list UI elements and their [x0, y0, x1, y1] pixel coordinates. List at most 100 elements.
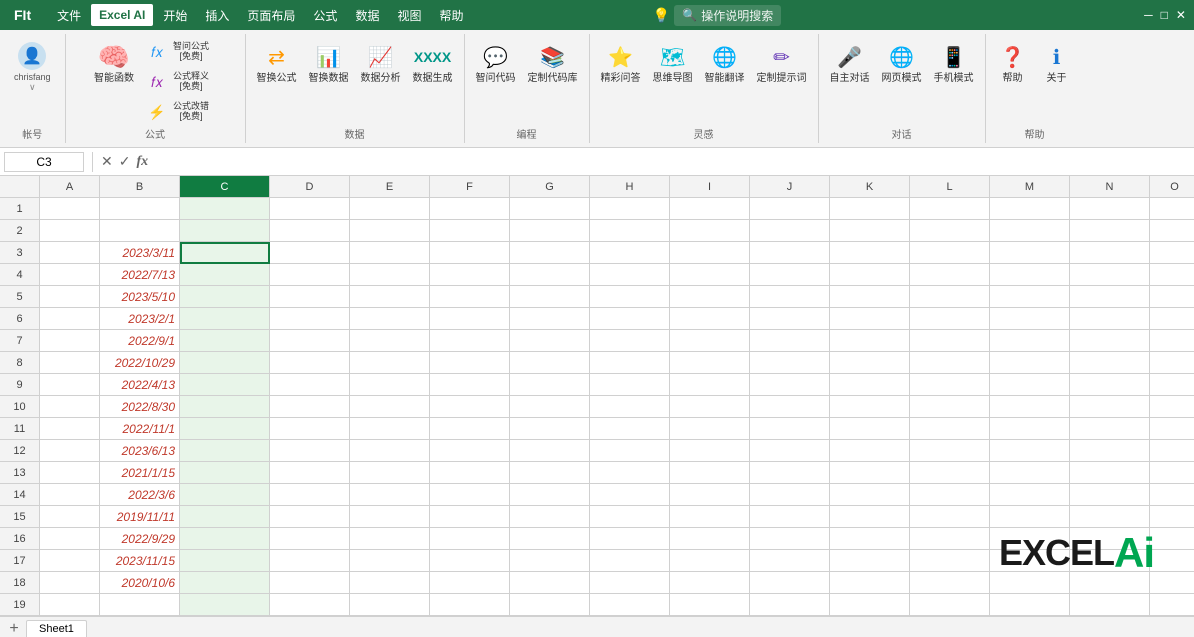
cell-M15[interactable]: [990, 506, 1070, 528]
cell-J6[interactable]: [750, 308, 830, 330]
row-header-18[interactable]: 18: [0, 572, 40, 594]
cell-B6[interactable]: 2023/2/1: [100, 308, 180, 330]
cell-G4[interactable]: [510, 264, 590, 286]
cell-D7[interactable]: [270, 330, 350, 352]
cell-G2[interactable]: [510, 220, 590, 242]
cell-L2[interactable]: [910, 220, 990, 242]
cell-D18[interactable]: [270, 572, 350, 594]
cell-D12[interactable]: [270, 440, 350, 462]
cell-O8[interactable]: [1150, 352, 1194, 374]
cell-I13[interactable]: [670, 462, 750, 484]
stars-answer-button[interactable]: ⭐ 精彩问答: [596, 38, 646, 88]
cell-M11[interactable]: [990, 418, 1070, 440]
cell-J18[interactable]: [750, 572, 830, 594]
cell-K2[interactable]: [830, 220, 910, 242]
cell-D10[interactable]: [270, 396, 350, 418]
cell-E10[interactable]: [350, 396, 430, 418]
cell-J15[interactable]: [750, 506, 830, 528]
cell-I3[interactable]: [670, 242, 750, 264]
cell-N12[interactable]: [1070, 440, 1150, 462]
cell-J14[interactable]: [750, 484, 830, 506]
cell-E12[interactable]: [350, 440, 430, 462]
cell-F8[interactable]: [430, 352, 510, 374]
row-header-4[interactable]: 4: [0, 264, 40, 286]
cell-C10[interactable]: [180, 396, 270, 418]
cell-N7[interactable]: [1070, 330, 1150, 352]
col-header-o[interactable]: O: [1150, 176, 1194, 198]
cell-O19[interactable]: [1150, 594, 1194, 616]
fix-formula-button[interactable]: ⚡ 公式改错[免费]: [141, 98, 221, 126]
cell-C16[interactable]: [180, 528, 270, 550]
cell-D11[interactable]: [270, 418, 350, 440]
cell-F16[interactable]: [430, 528, 510, 550]
menu-page-layout[interactable]: 页面布局: [239, 3, 303, 28]
cell-M19[interactable]: [990, 594, 1070, 616]
cell-B3[interactable]: 2023/3/11: [100, 242, 180, 264]
cell-N19[interactable]: [1070, 594, 1150, 616]
cell-H11[interactable]: [590, 418, 670, 440]
close-button[interactable]: ✕: [1176, 8, 1186, 22]
cell-I2[interactable]: [670, 220, 750, 242]
cell-M14[interactable]: [990, 484, 1070, 506]
cell-M6[interactable]: [990, 308, 1070, 330]
cancel-icon[interactable]: ✕: [101, 153, 113, 170]
cell-D2[interactable]: [270, 220, 350, 242]
cell-K19[interactable]: [830, 594, 910, 616]
cell-N4[interactable]: [1070, 264, 1150, 286]
cell-G11[interactable]: [510, 418, 590, 440]
cell-O16[interactable]: [1150, 528, 1194, 550]
cell-F17[interactable]: [430, 550, 510, 572]
cell-L12[interactable]: [910, 440, 990, 462]
cell-E11[interactable]: [350, 418, 430, 440]
cell-F3[interactable]: [430, 242, 510, 264]
cell-O11[interactable]: [1150, 418, 1194, 440]
cell-H13[interactable]: [590, 462, 670, 484]
menu-data[interactable]: 数据: [347, 3, 387, 28]
cell-I15[interactable]: [670, 506, 750, 528]
cell-H1[interactable]: [590, 198, 670, 220]
cell-O13[interactable]: [1150, 462, 1194, 484]
cell-I16[interactable]: [670, 528, 750, 550]
account-button[interactable]: 👤 chrisfang ∨: [6, 38, 59, 97]
cell-J8[interactable]: [750, 352, 830, 374]
cell-C4[interactable]: [180, 264, 270, 286]
cell-H8[interactable]: [590, 352, 670, 374]
cell-A8[interactable]: [40, 352, 100, 374]
menu-start[interactable]: 开始: [155, 3, 195, 28]
cell-D19[interactable]: [270, 594, 350, 616]
cell-D16[interactable]: [270, 528, 350, 550]
cell-K13[interactable]: [830, 462, 910, 484]
cell-I9[interactable]: [670, 374, 750, 396]
row-header-16[interactable]: 16: [0, 528, 40, 550]
col-header-d[interactable]: D: [270, 176, 350, 198]
row-header-15[interactable]: 15: [0, 506, 40, 528]
cell-C11[interactable]: [180, 418, 270, 440]
cell-I18[interactable]: [670, 572, 750, 594]
cell-D1[interactable]: [270, 198, 350, 220]
cell-G14[interactable]: [510, 484, 590, 506]
cell-C17[interactable]: [180, 550, 270, 572]
row-header-8[interactable]: 8: [0, 352, 40, 374]
row-header-11[interactable]: 11: [0, 418, 40, 440]
cell-H17[interactable]: [590, 550, 670, 572]
cell-K1[interactable]: [830, 198, 910, 220]
cell-A18[interactable]: [40, 572, 100, 594]
col-header-a[interactable]: A: [40, 176, 100, 198]
cell-B13[interactable]: 2021/1/15: [100, 462, 180, 484]
cell-M13[interactable]: [990, 462, 1070, 484]
col-header-m[interactable]: M: [990, 176, 1070, 198]
cell-J10[interactable]: [750, 396, 830, 418]
cell-L16[interactable]: [910, 528, 990, 550]
row-header-14[interactable]: 14: [0, 484, 40, 506]
cell-G5[interactable]: [510, 286, 590, 308]
cell-G15[interactable]: [510, 506, 590, 528]
cell-J4[interactable]: [750, 264, 830, 286]
cell-K8[interactable]: [830, 352, 910, 374]
cell-K11[interactable]: [830, 418, 910, 440]
cell-L17[interactable]: [910, 550, 990, 572]
cell-E15[interactable]: [350, 506, 430, 528]
cell-A15[interactable]: [40, 506, 100, 528]
menu-file[interactable]: 文件: [49, 3, 89, 28]
col-header-h[interactable]: H: [590, 176, 670, 198]
row-header-2[interactable]: 2: [0, 220, 40, 242]
